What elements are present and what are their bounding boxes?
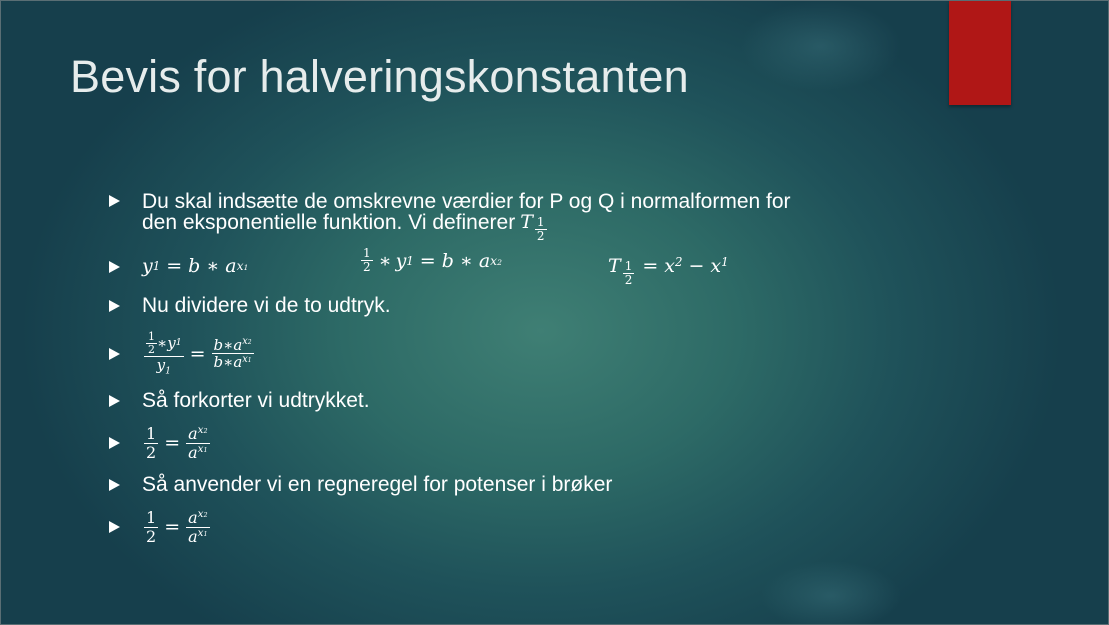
- background-glow: [761, 561, 901, 624]
- bullet-arrow-icon: [109, 478, 120, 491]
- bullet-text-fragment: den eksponentielle funktion. Vi definere…: [142, 211, 516, 234]
- bullet-item: Du skal indsætte de omskrevne værdier fo…: [109, 191, 791, 243]
- bullet-text-line: Du skal indsætte de omskrevne værdier fo…: [142, 190, 791, 213]
- bullet-item: y1 = b ∗ ax1 1 2 ∗ y1 = b ∗ ax2 T 1 2 = …: [109, 246, 762, 288]
- bullet-text: Så forkorter vi udtrykket.: [142, 389, 370, 412]
- equation-row: y1 = b ∗ ax1 1 2 ∗ y1 = b ∗ ax2 T 1 2 = …: [142, 246, 762, 288]
- bullet-arrow-icon: [109, 195, 120, 207]
- bullet-item: Nu dividere vi de to udtryk.: [109, 295, 391, 316]
- bullet-text: Du skal indsætte de omskrevne værdier fo…: [142, 191, 791, 243]
- bullet-arrow-icon: [109, 299, 120, 312]
- bullet-text: Så anvender vi en regneregel for potense…: [142, 473, 613, 496]
- equation-division: 1 2 ∗ y1 y1 = b∗a x 2 b∗a x 1: [142, 330, 256, 377]
- bullet-item: 1 2 = ax2 ax1: [109, 508, 212, 546]
- half-life-symbol: T 1 2: [520, 211, 547, 244]
- bullet-text-line: den eksponentielle funktion. Vi definere…: [142, 212, 791, 243]
- equation-simplified: 1 2 = ax2 ax1: [144, 424, 210, 462]
- equation-half-y1: 1 2 ∗ y1 = b ∗ ax2: [361, 246, 502, 275]
- bullet-arrow-icon: [109, 347, 120, 360]
- bullet-arrow-icon: [109, 394, 120, 407]
- equation-y1: y1 = b ∗ ax1: [142, 255, 249, 277]
- equation-power-rule: 1 2 = ax2 ax1: [144, 508, 210, 546]
- slide-title: Bevis for halveringskonstanten: [70, 51, 689, 102]
- bullet-arrow-icon: [109, 437, 120, 450]
- slide: Bevis for halveringskonstanten Du skal i…: [0, 0, 1109, 625]
- equation-half-life: T 1 2 = x2 − x1: [608, 255, 729, 288]
- bullet-item: 1 2 = ax2 ax1: [109, 424, 212, 462]
- bullet-text: Nu dividere vi de to udtryk.: [142, 294, 391, 317]
- bullet-item: Så forkorter vi udtrykket.: [109, 390, 370, 411]
- background-glow: [741, 1, 901, 91]
- bullet-arrow-icon: [109, 261, 120, 273]
- bullet-arrow-icon: [109, 521, 120, 534]
- bullet-item: Så anvender vi en regneregel for potense…: [109, 474, 612, 495]
- accent-bar: [949, 1, 1011, 105]
- bullet-item: 1 2 ∗ y1 y1 = b∗a x 2 b∗a x 1: [109, 330, 256, 377]
